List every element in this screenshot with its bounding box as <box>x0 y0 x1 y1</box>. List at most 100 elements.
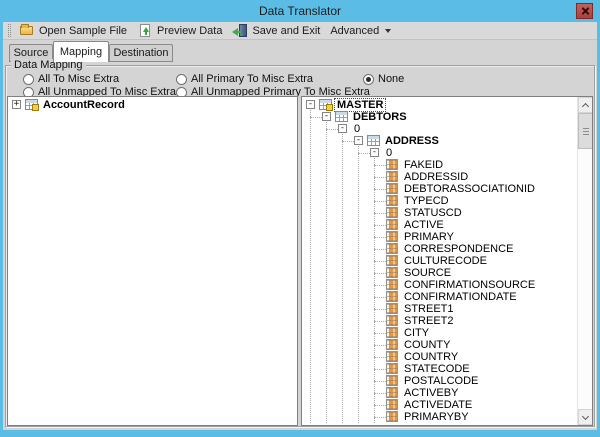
tree-node-primaryby[interactable]: PRIMARYBY <box>302 411 577 423</box>
vertical-scrollbar[interactable] <box>577 97 592 425</box>
tree-node-label: CONFIRMATIONSOURCE <box>402 279 537 291</box>
tree-node-postalcode[interactable]: POSTALCODE <box>302 375 577 387</box>
tree-node-correspondence[interactable]: CORRESPONDENCE <box>302 243 577 255</box>
tree-node-typecd[interactable]: TYPECD <box>302 195 577 207</box>
thumb-grip-icon <box>583 128 589 135</box>
tree-node-master[interactable]: -MASTER <box>302 99 577 111</box>
expand-icon[interactable]: + <box>12 100 21 109</box>
open-sample-file-button[interactable]: Open Sample File <box>15 22 133 40</box>
radio-label: All Primary To Misc Extra <box>191 73 313 85</box>
tree-node-statecode[interactable]: STATECODE <box>302 363 577 375</box>
collapse-icon[interactable]: - <box>338 124 347 133</box>
tree-connector-line <box>374 357 386 358</box>
column-icon <box>386 159 398 170</box>
app-window: Data Translator Open Sample File Preview… <box>0 0 600 437</box>
column-icon <box>386 327 398 338</box>
tree-node-primary[interactable]: PRIMARY <box>302 231 577 243</box>
tree-node-addressid[interactable]: ADDRESSID <box>302 171 577 183</box>
radio-all-to-misc-extra[interactable]: All To Misc Extra <box>23 73 119 85</box>
tree-node-label: TYPECD <box>402 195 451 207</box>
column-icon <box>386 399 398 410</box>
tree-node-label: CITY <box>402 327 431 339</box>
tree-connector-line <box>374 273 386 274</box>
close-button[interactable] <box>576 3 593 19</box>
column-icon <box>386 291 398 302</box>
column-icon <box>386 267 398 278</box>
save-and-exit-label: Save and Exit <box>252 25 320 37</box>
tree-connector-line <box>374 237 386 238</box>
scroll-up-button[interactable] <box>578 97 593 113</box>
scroll-down-button[interactable] <box>578 409 593 425</box>
tree-node-label: SOURCE <box>402 267 453 279</box>
tree-node-statuscd[interactable]: STATUSCD <box>302 207 577 219</box>
column-icon <box>386 303 398 314</box>
radio-all-primary-to-misc-extra[interactable]: All Primary To Misc Extra <box>176 73 313 85</box>
tree-node-debtors[interactable]: - DEBTORS <box>302 111 577 123</box>
tree-node-culturecode[interactable]: CULTURECODE <box>302 255 577 267</box>
collapse-icon[interactable]: - <box>370 148 379 157</box>
tree-node-label: STATECODE <box>402 363 472 375</box>
preview-data-button[interactable]: Preview Data <box>133 22 228 40</box>
tree-node-street1[interactable]: STREET1 <box>302 303 577 315</box>
advanced-menu-button[interactable]: Advanced <box>326 22 397 40</box>
column-icon <box>386 315 398 326</box>
tree-connector-line <box>374 189 386 190</box>
tree-node-confirmationsource[interactable]: CONFIRMATIONSOURCE <box>302 279 577 291</box>
column-icon <box>386 363 398 374</box>
table-key-icon <box>25 99 38 110</box>
column-icon <box>386 279 398 290</box>
tree-node-debtorassociationid[interactable]: DEBTORASSOCIATIONID <box>302 183 577 195</box>
tree-node-label: STREET2 <box>402 315 456 327</box>
tree-node-country[interactable]: COUNTRY <box>302 351 577 363</box>
collapse-icon[interactable]: - <box>322 112 331 121</box>
tree-node-address[interactable]: - ADDRESS <box>302 135 577 147</box>
tree-node-activedate[interactable]: ACTIVEDATE <box>302 399 577 411</box>
tree-node-label: STATUSCD <box>402 207 464 219</box>
tree-node-label: PRIMARY <box>402 231 456 243</box>
tree-connector-line <box>326 129 338 130</box>
title-bar[interactable]: Data Translator <box>0 0 600 22</box>
tree-node-label: FAKEID <box>402 159 445 171</box>
tree-node-label: CONFIRMATIONDATE <box>402 291 519 303</box>
collapse-icon[interactable]: - <box>306 100 315 109</box>
tree-node-0[interactable]: -0 <box>302 123 577 135</box>
tree-node-label: STREET1 <box>402 303 456 315</box>
tree-node-fakeid[interactable]: FAKEID <box>302 159 577 171</box>
column-icon <box>386 339 398 350</box>
tree-connector-line <box>342 141 354 142</box>
collapse-icon[interactable]: - <box>354 136 363 145</box>
scroll-thumb[interactable] <box>578 113 593 149</box>
tree-node-accountrecord[interactable]: +AccountRecord <box>8 99 297 111</box>
tree-node-0[interactable]: -0 <box>302 147 577 159</box>
tree-node-street2[interactable]: STREET2 <box>302 315 577 327</box>
tree-node-label: 0 <box>352 123 362 135</box>
source-tree: +AccountRecord <box>8 97 297 425</box>
tree-node-confirmationdate[interactable]: CONFIRMATIONDATE <box>302 291 577 303</box>
tree-node-county[interactable]: COUNTY <box>302 339 577 351</box>
tree-node-label: DEBTORS <box>351 111 409 123</box>
chevron-up-icon <box>582 103 589 110</box>
tab-mapping[interactable]: Mapping <box>53 41 109 62</box>
tree-connector-line <box>358 153 370 154</box>
advanced-label: Advanced <box>330 25 379 37</box>
tree-node-activeby[interactable]: ACTIVEBY <box>302 387 577 399</box>
save-and-exit-button[interactable]: Save and Exit <box>228 22 326 40</box>
destination-tree-panel[interactable]: -MASTER-DEBTORS-0-ADDRESS-0FAKEIDADDRESS… <box>301 96 593 426</box>
tree-node-label: ACTIVEDATE <box>402 399 474 411</box>
column-icon <box>386 243 398 254</box>
column-icon <box>386 171 398 182</box>
chevron-down-icon <box>582 413 589 420</box>
source-tree-panel[interactable]: +AccountRecord <box>7 96 298 426</box>
tree-node-city[interactable]: CITY <box>302 327 577 339</box>
tree-node-label: COUNTY <box>402 339 452 351</box>
preview-data-label: Preview Data <box>157 25 222 37</box>
tree-node-source[interactable]: SOURCE <box>302 267 577 279</box>
tree-node-label: ADDRESSID <box>402 171 470 183</box>
table-icon <box>335 111 348 122</box>
radio-none[interactable]: None <box>363 73 404 85</box>
column-icon <box>386 219 398 230</box>
tree-node-active[interactable]: ACTIVE <box>302 219 577 231</box>
toolbar-grip-icon[interactable] <box>8 24 11 37</box>
tree-node-label: ADDRESS <box>383 135 441 147</box>
tab-destination[interactable]: Destination <box>109 44 173 62</box>
